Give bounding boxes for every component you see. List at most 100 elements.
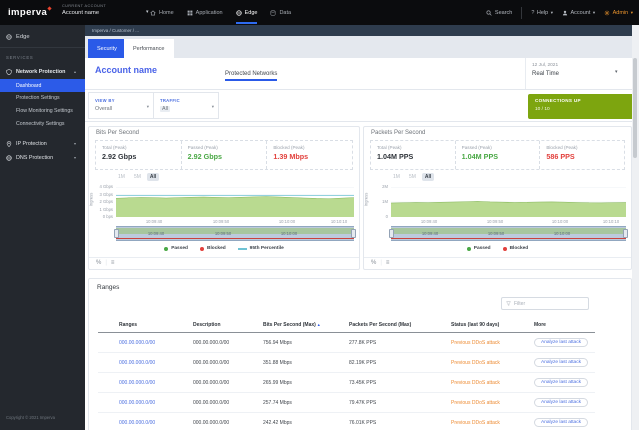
search-icon: [486, 10, 492, 16]
panel-footer-divider: [89, 257, 359, 258]
help-menu[interactable]: ? Help ▾: [531, 10, 553, 16]
range-link[interactable]: 000.00.000.0/00: [119, 380, 193, 386]
current-account-selector[interactable]: CURRENT ACCOUNT Account name: [62, 4, 106, 16]
analyze-last-attack-button[interactable]: Analyze last attack: [534, 378, 588, 387]
navigator-handle-left[interactable]: [114, 229, 119, 238]
nav-item-application[interactable]: Application: [187, 0, 223, 25]
legend-item-95th-percentile[interactable]: 95th Percentile: [238, 246, 284, 251]
time-mode-selector[interactable]: Real Time: [532, 71, 559, 77]
passed-dot-icon: [164, 247, 168, 251]
range-button-1m[interactable]: 1M: [390, 173, 403, 181]
range-button-5m[interactable]: 5M: [406, 173, 419, 181]
analyze-last-attack-button[interactable]: Analyze last attack: [534, 418, 588, 427]
chart-navigator[interactable]: 10:09:40 10:09:50 10:10:00: [391, 226, 626, 241]
search-button[interactable]: Search: [486, 10, 512, 16]
analyze-last-attack-button[interactable]: Analyze last attack: [534, 338, 588, 347]
stat-passed-peak: Passed (Peak) 1.04M PPS: [455, 141, 540, 169]
range-description: 000.00.000.0/00: [193, 360, 263, 366]
passed-dot-icon: [467, 247, 471, 251]
column-header[interactable]: Ranges: [119, 322, 193, 328]
dropdown-caret-icon: ▾: [212, 104, 214, 110]
scrollbar-thumb[interactable]: [633, 58, 637, 158]
analyze-last-attack-button[interactable]: Analyze last attack: [534, 358, 588, 367]
stat-total-peak: Total (Peak) 1.04M PPS: [371, 141, 455, 169]
legend-item-passed[interactable]: Passed: [164, 246, 188, 251]
nav-item-edge[interactable]: Edge: [236, 0, 258, 25]
account-selector-caret-icon[interactable]: ▾: [146, 9, 149, 15]
y-tick: 0: [368, 214, 388, 219]
application-grid-icon: [187, 10, 193, 16]
navigator-handle-right[interactable]: [623, 229, 628, 238]
column-header[interactable]: Description: [193, 322, 263, 328]
column-header[interactable]: Packets Per Second (Max): [349, 322, 451, 328]
percent-icon[interactable]: %: [371, 260, 376, 266]
breadcrumb[interactable]: Imperva / Customer / ...: [92, 28, 139, 33]
nav-item-data[interactable]: Data: [270, 0, 291, 25]
sidebar-item-flow-monitoring-settings[interactable]: Flow Monitoring Settings: [16, 108, 73, 114]
stat-value: 1.04M PPS: [462, 152, 534, 161]
legend-label: Passed: [171, 246, 188, 251]
traffic-dropdown[interactable]: TRAFFIC All ▾: [153, 92, 219, 119]
navigator-tick: 10:09:50: [206, 231, 240, 236]
navigator-handle-left[interactable]: [389, 229, 394, 238]
page-header: Account name Protected Networks 12 Jul, …: [85, 58, 632, 90]
sidebar-item-connectivity-settings[interactable]: Connectivity Settings: [16, 121, 64, 127]
range-button-1m[interactable]: 1M: [115, 173, 128, 181]
legend-item-blocked[interactable]: Blocked: [200, 246, 226, 251]
column-header-sorted[interactable]: Bits Per Second (Max)▴: [263, 322, 349, 328]
column-header[interactable]: Status (last 90 days): [451, 322, 534, 328]
range-link[interactable]: 000.00.000.0/00: [119, 420, 193, 426]
shield-icon: [6, 69, 12, 75]
blocked-dot-icon: [503, 247, 507, 251]
top-bar: imperva CURRENT ACCOUNT Account name ▾ H…: [0, 0, 639, 25]
legend-item-passed[interactable]: Passed: [467, 246, 491, 251]
tab-performance[interactable]: Performance: [124, 39, 174, 58]
percent-icon[interactable]: %: [96, 260, 101, 266]
range-link[interactable]: 000.00.000.0/00: [119, 340, 193, 346]
stat-value: 2.92 Gbps: [188, 152, 261, 161]
chart-legend: Passed Blocked: [364, 246, 631, 251]
help-caret-icon: ▾: [551, 10, 553, 16]
stat-label: Total (Peak): [102, 145, 175, 150]
table-row: 000.00.000.0/00 000.00.000.0/00 351.88 M…: [98, 353, 595, 373]
legend-item-blocked[interactable]: Blocked: [503, 246, 529, 251]
filter-input[interactable]: [514, 301, 584, 307]
tab-security[interactable]: Security: [88, 39, 126, 58]
account-menu[interactable]: Account ▾: [562, 10, 595, 16]
subtab-protected-networks[interactable]: Protected Networks: [225, 71, 277, 77]
packets-area-chart[interactable]: [391, 187, 626, 217]
sidebar-group-ip-protection[interactable]: IP Protection ▾: [0, 137, 85, 150]
chart-navigator[interactable]: 10:09:40 10:09:50 10:10:00: [116, 226, 354, 241]
analyze-last-attack-button[interactable]: Analyze last attack: [534, 398, 588, 407]
menu-icon[interactable]: ≡: [111, 260, 115, 266]
stat-label: Total (Peak): [377, 145, 449, 150]
range-description: 000.00.000.0/00: [193, 420, 263, 426]
admin-menu[interactable]: Admin ▾: [604, 10, 633, 16]
time-mode-caret-icon[interactable]: ▾: [615, 69, 618, 75]
sidebar-group-network-protection[interactable]: Network Protection ▴: [0, 65, 85, 78]
range-button-all[interactable]: All: [422, 173, 434, 181]
range-link[interactable]: 000.00.000.0/00: [119, 400, 193, 406]
navigator-handle-right[interactable]: [351, 229, 356, 238]
range-link[interactable]: 000.00.000.0/00: [119, 360, 193, 366]
nav-item-label: Application: [196, 10, 223, 16]
range-button-all[interactable]: All: [147, 173, 159, 181]
navigator-blocked-line: [116, 238, 354, 239]
admin-caret-icon: ▾: [631, 10, 633, 16]
view-by-dropdown[interactable]: VIEW BY Overall ▾: [88, 92, 154, 119]
admin-label: Admin: [613, 10, 629, 16]
bits-area-chart[interactable]: [116, 187, 354, 217]
sidebar-item-protection-settings[interactable]: Protection Settings: [16, 95, 60, 101]
column-header[interactable]: More: [534, 322, 595, 328]
footer-icon-divider: |: [105, 260, 107, 266]
edge-globe-icon: [6, 34, 12, 40]
stat-blocked-peak: Blocked (Peak) 586 PPS: [539, 141, 624, 169]
stat-blocked-peak: Blocked (Peak) 1.39 Mbps: [266, 141, 352, 169]
stat-label: Passed (Peak): [188, 145, 261, 150]
menu-icon[interactable]: ≡: [386, 260, 390, 266]
sidebar-group-dns-protection[interactable]: DNS Protection ▾: [0, 151, 85, 164]
range-button-5m[interactable]: 5M: [131, 173, 144, 181]
sidebar-item-dashboard[interactable]: Dashboard: [0, 79, 85, 92]
sidebar-item-edge[interactable]: Edge: [0, 29, 85, 45]
nav-item-home[interactable]: Home: [150, 0, 174, 25]
